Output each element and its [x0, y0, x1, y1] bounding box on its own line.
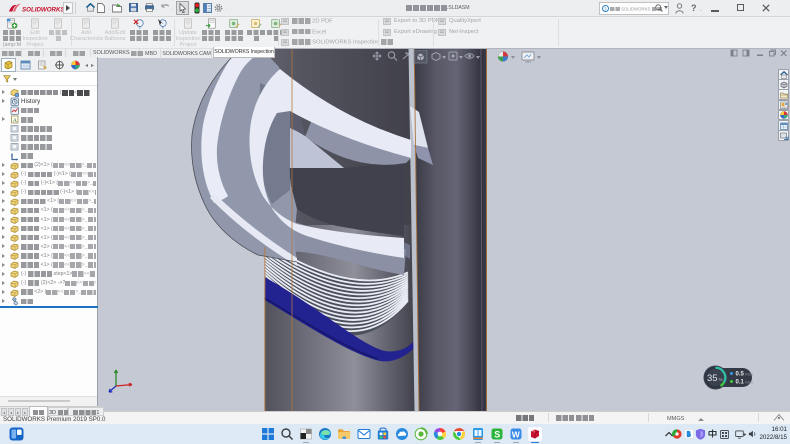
svg-text:?: ?	[604, 6, 607, 11]
svg-text:%: %	[719, 377, 723, 382]
svg-text:W: W	[512, 429, 521, 439]
svg-text:S: S	[494, 430, 500, 440]
svg-text:KB/s: KB/s	[745, 373, 753, 377]
svg-text:0.5: 0.5	[736, 372, 745, 378]
svg-text:SOLIDWORKS: SOLIDWORKS	[22, 7, 65, 14]
svg-text:KB/s: KB/s	[745, 381, 753, 385]
svg-text:0.1: 0.1	[736, 380, 745, 386]
svg-text:35: 35	[707, 373, 718, 384]
